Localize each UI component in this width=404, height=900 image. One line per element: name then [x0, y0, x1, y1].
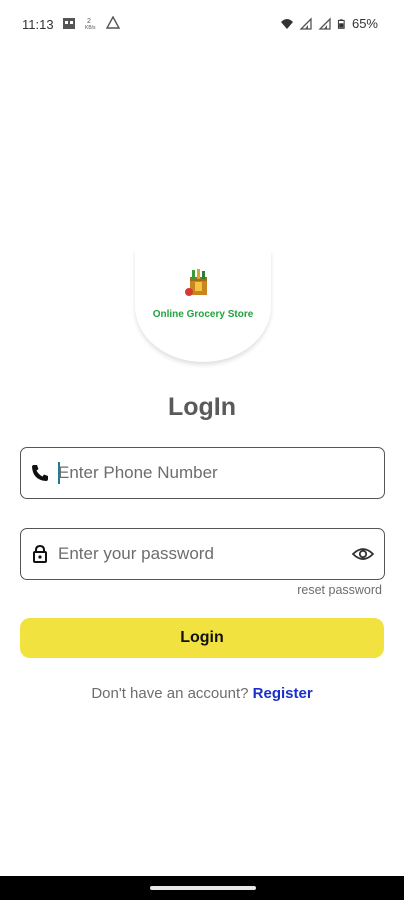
- data-usage-icon: 2 KB/s: [85, 18, 96, 30]
- phone-icon: [32, 465, 48, 481]
- page-title: LogIn: [167, 393, 237, 421]
- home-gesture-handle[interactable]: [150, 886, 256, 890]
- reset-password-link[interactable]: reset password: [297, 583, 382, 597]
- register-link[interactable]: Register: [253, 685, 313, 702]
- svg-text:2: 2: [87, 18, 91, 25]
- wifi-icon: [280, 18, 293, 29]
- calendar-icon: [63, 18, 75, 29]
- signal-icon-2: [318, 16, 331, 30]
- lock-icon: [33, 544, 47, 563]
- phone-placeholder: Enter Phone Number: [58, 463, 218, 482]
- logo-circle: [135, 250, 271, 362]
- signup-prompt: Don't have an account?: [91, 685, 249, 702]
- svg-text:KB/s: KB/s: [85, 25, 96, 30]
- nav-bar: [0, 876, 404, 900]
- warning-icon: [106, 16, 120, 29]
- grocery-bag-icon: [185, 269, 207, 296]
- battery-percent: 65%: [351, 16, 378, 31]
- login-button[interactable]: Login: [20, 618, 384, 658]
- battery-icon: [337, 18, 345, 29]
- status-time: 11:13: [22, 17, 54, 32]
- signup-row: Don't have an account? Register: [0, 685, 404, 702]
- phone-field[interactable]: Enter Phone Number: [20, 447, 385, 499]
- signal-icon: [299, 16, 312, 30]
- password-placeholder: Enter your password: [58, 544, 214, 563]
- status-bar: 11:13 2 KB/s 65%: [0, 0, 404, 50]
- eye-icon[interactable]: [352, 544, 374, 564]
- logo-text: Online Grocery Store: [152, 309, 254, 320]
- password-field[interactable]: Enter your password: [20, 528, 385, 580]
